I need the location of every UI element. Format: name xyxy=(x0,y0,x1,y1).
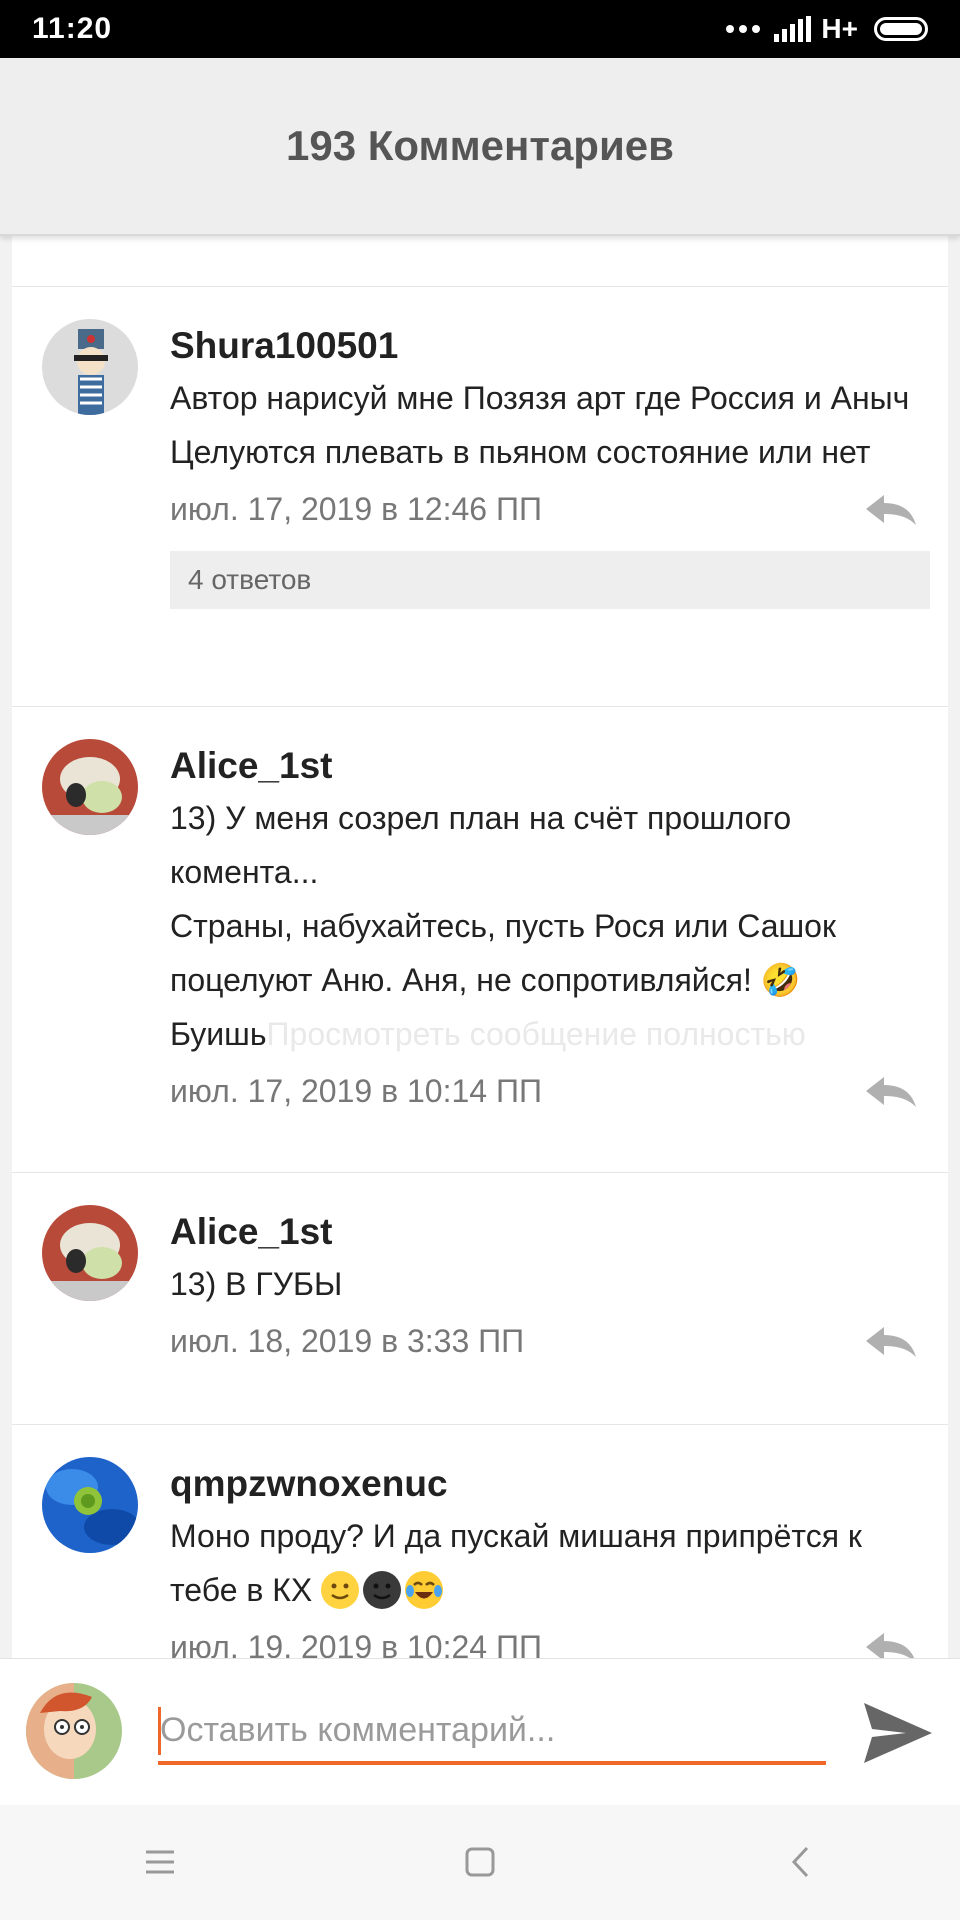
battery-icon xyxy=(874,17,928,41)
home-icon xyxy=(465,1847,495,1877)
replies-button[interactable]: 4 ответов xyxy=(170,551,930,609)
avatar[interactable] xyxy=(42,1457,138,1553)
slightly-smiling-face-icon xyxy=(321,1571,360,1609)
comment-item: Alice_1st 13) В ГУБЫ июл. 18, 2019 в 3:3… xyxy=(12,1173,948,1425)
reply-arrow-icon[interactable] xyxy=(862,491,918,527)
comment-date: июл. 19, 2019 в 10:24 ПП xyxy=(170,1628,542,1659)
comment-text-wrapper: Моно проду? И да пускай мишаня припрётся… xyxy=(170,1509,928,1617)
reply-arrow-icon[interactable] xyxy=(862,1323,918,1359)
status-time: 11:20 xyxy=(32,12,113,45)
comment-text: 13) В ГУБЫ xyxy=(170,1266,343,1302)
reply-arrow-icon[interactable] xyxy=(862,1073,918,1109)
comment-text-line: 13) У меня созрел план на счёт прошлого … xyxy=(170,800,792,890)
comment-item: qmpzwnoxenuc Моно проду? И да пускай миш… xyxy=(12,1425,948,1658)
comment-item: Shura100501 Автор нарисуй мне Позязя арт… xyxy=(12,287,948,707)
comment-meta: июл. 18, 2019 в 3:33 ПП xyxy=(170,1311,928,1371)
tears-of-joy-face-icon xyxy=(405,1571,444,1609)
comment-username[interactable]: Alice_1st xyxy=(170,1207,928,1257)
comment-username[interactable]: Shura100501 xyxy=(170,321,928,371)
network-type: H+ xyxy=(821,13,858,44)
comment-text: Моно проду? И да пускай мишаня припрётся… xyxy=(170,1518,862,1608)
comment-meta: июл. 19, 2019 в 10:24 ПП xyxy=(170,1617,928,1658)
text-cursor xyxy=(158,1707,161,1755)
avatar[interactable] xyxy=(42,1205,138,1301)
avatar[interactable] xyxy=(42,319,138,415)
comment-username[interactable]: qmpzwnoxenuc xyxy=(170,1459,928,1509)
comment-list[interactable]: Shura100501 Автор нарисуй мне Позязя арт… xyxy=(12,234,948,1658)
back-button[interactable] xyxy=(740,1822,860,1902)
page-title: 193 Комментариев xyxy=(286,122,674,169)
comment-text: Автор нарисуй мне Позязя арт где Россия … xyxy=(170,380,910,470)
status-icons: H+ xyxy=(726,13,928,45)
menu-icon xyxy=(146,1850,174,1874)
avatar[interactable] xyxy=(42,739,138,835)
comment-meta: июл. 17, 2019 в 10:14 ПП xyxy=(170,1061,928,1121)
comment-composer xyxy=(0,1658,960,1805)
comment-item: Alice_1st 13) У меня созрел план на счёт… xyxy=(12,707,948,1173)
comment-text-line: Страны, набухайтесь, пусть Рося или Сашо… xyxy=(170,908,836,998)
dark-smiling-face-icon xyxy=(363,1571,402,1609)
comment-date: июл. 17, 2019 в 10:14 ПП xyxy=(170,1072,542,1109)
status-bar: 11:20 H+ xyxy=(0,0,960,58)
comment-text-fragment: Буишь xyxy=(170,1016,267,1052)
previous-comment-remnant xyxy=(12,234,948,287)
system-nav-bar xyxy=(0,1804,960,1920)
home-button[interactable] xyxy=(420,1822,540,1902)
send-icon[interactable] xyxy=(862,1699,934,1767)
reply-arrow-icon[interactable] xyxy=(862,1629,918,1658)
view-full-message-link[interactable]: Просмотреть сообщение полностью xyxy=(267,1016,806,1052)
back-icon xyxy=(791,1846,809,1878)
header: 193 Комментариев xyxy=(0,58,960,236)
notification-dots-icon xyxy=(726,25,761,33)
menu-button[interactable] xyxy=(100,1822,220,1902)
comment-date: июл. 17, 2019 в 12:46 ПП xyxy=(170,490,542,527)
current-user-avatar[interactable] xyxy=(26,1683,122,1779)
comment-meta: июл. 17, 2019 в 12:46 ПП xyxy=(170,479,928,539)
comment-text-tail: БуишьПросмотреть сообщение полностью xyxy=(170,1007,928,1061)
comment-date: июл. 18, 2019 в 3:33 ПП xyxy=(170,1322,525,1359)
comment-input[interactable] xyxy=(158,1699,826,1765)
comment-username[interactable]: Alice_1st xyxy=(170,741,928,791)
signal-icon xyxy=(774,16,812,42)
